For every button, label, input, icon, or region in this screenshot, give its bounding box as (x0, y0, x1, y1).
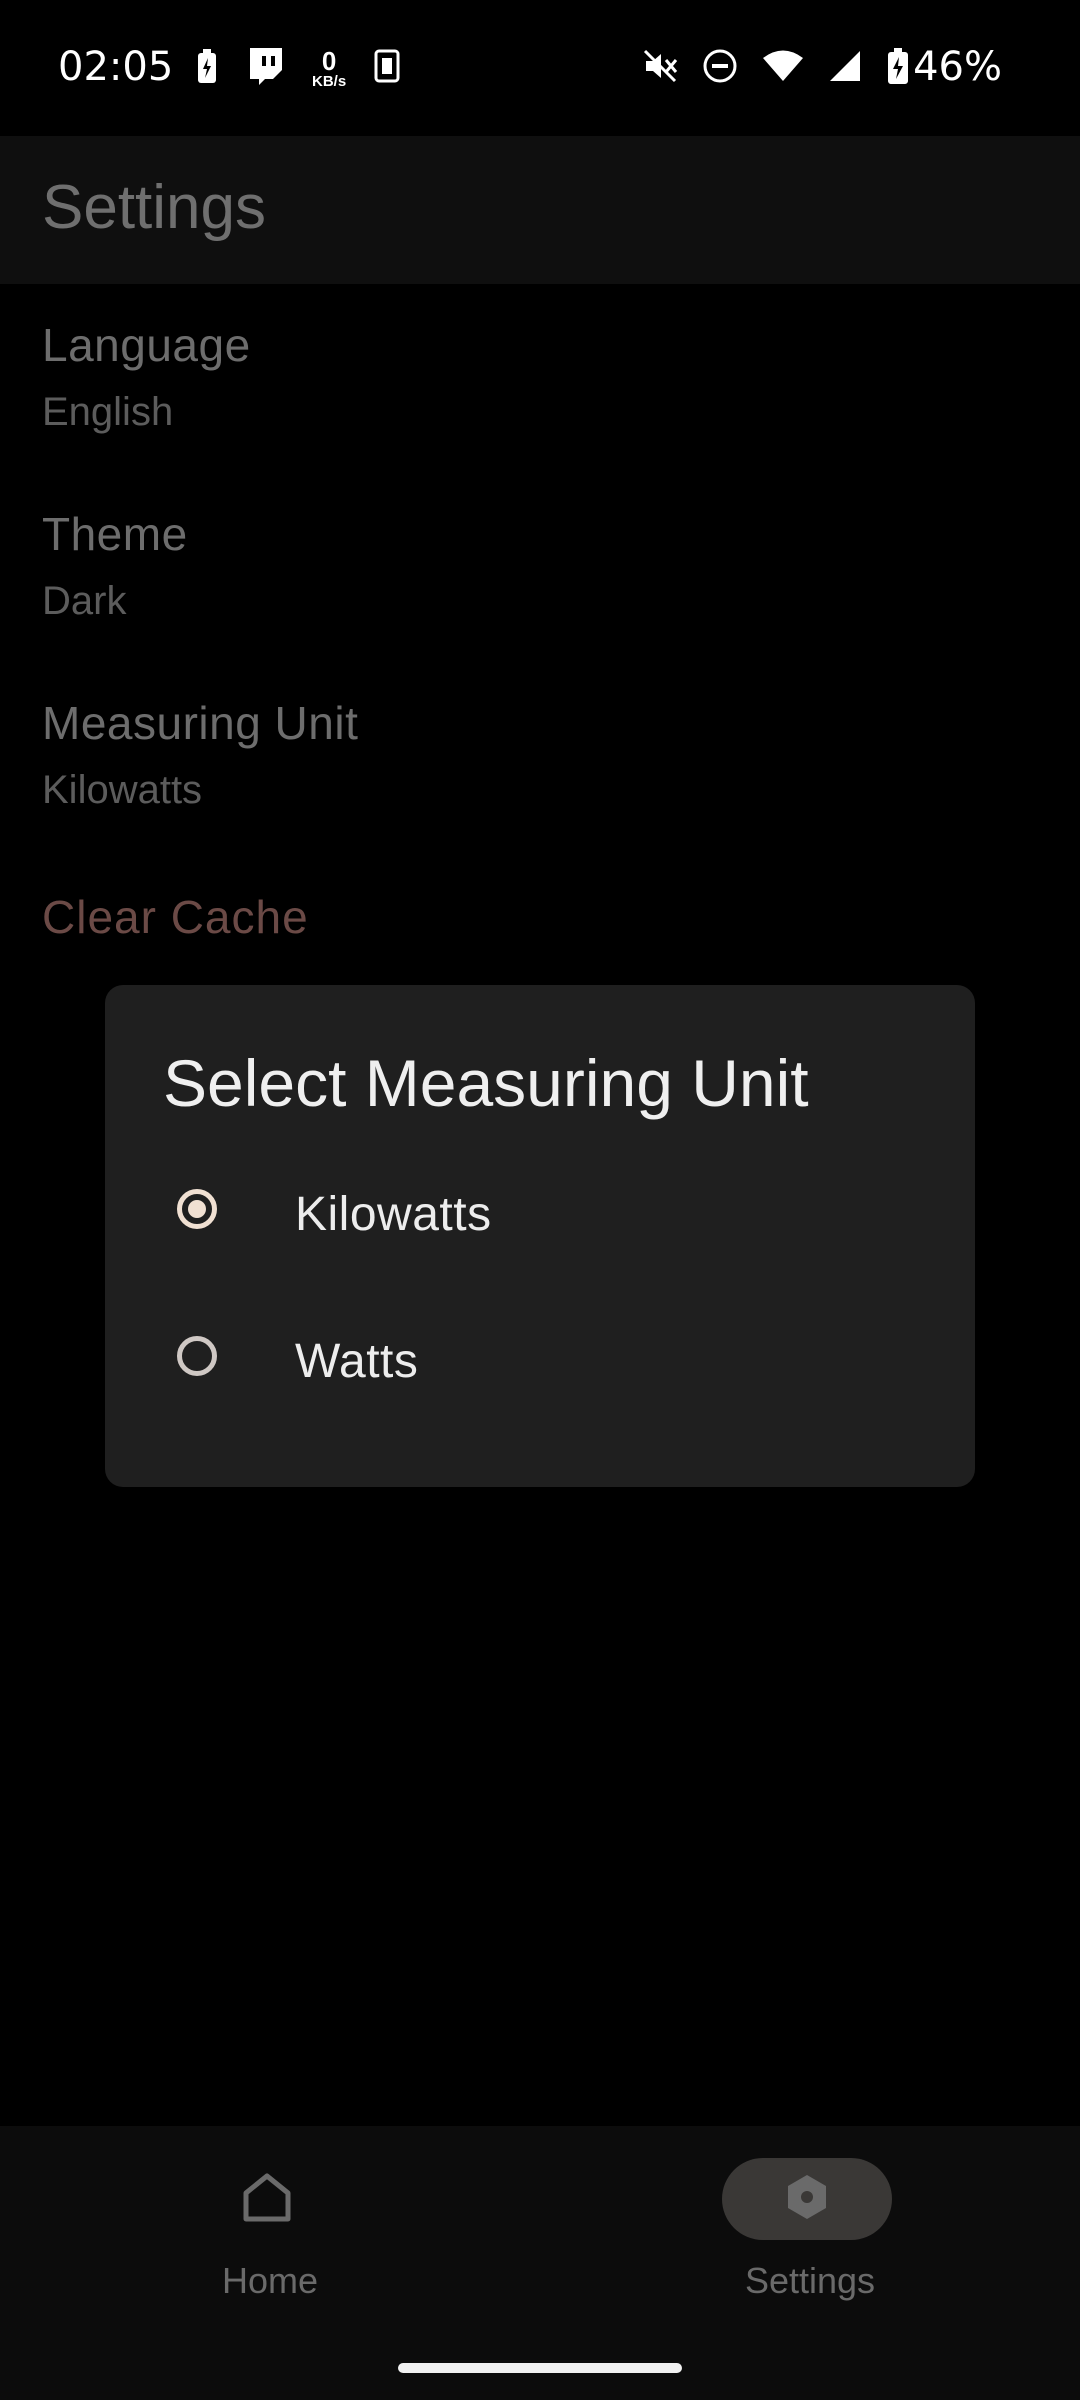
setting-language-value: English (42, 390, 174, 434)
radio-kilowatts[interactable] (177, 1189, 217, 1229)
option-kilowatts[interactable]: Kilowatts (105, 1149, 975, 1279)
setting-measuring-unit-value: Kilowatts (42, 768, 203, 812)
status-time: 02:05 (58, 44, 174, 90)
setting-theme[interactable]: Theme Dark (42, 507, 188, 624)
nav-home[interactable]: Home (120, 2126, 420, 2326)
status-right-icons (642, 44, 910, 92)
battery-percent: 46% (913, 44, 1002, 90)
home-icon (241, 2171, 293, 2228)
signal-icon (828, 49, 862, 88)
status-bar: 02:05 0 KB/s 46% (0, 0, 1080, 136)
gesture-bar[interactable] (398, 2363, 682, 2373)
status-left-icons: 0 KB/s (196, 44, 400, 92)
measuring-unit-dialog: Select Measuring Unit Kilowatts Watts (105, 985, 975, 1487)
nav-settings-label: Settings (744, 2260, 876, 2301)
wifi-icon (762, 49, 804, 88)
bottom-nav: Home Settings (0, 2126, 1080, 2400)
option-watts-label: Watts (295, 1335, 419, 1388)
net-speed: 0 KB/s (312, 45, 347, 90)
nav-settings-pill (722, 2158, 892, 2240)
settings-icon (782, 2172, 832, 2227)
nav-home-label: Home (221, 2260, 319, 2301)
option-watts[interactable]: Watts (105, 1296, 975, 1426)
dialog-title: Select Measuring Unit (163, 1046, 809, 1120)
app-bar: Settings (0, 136, 1080, 284)
setting-measuring-unit-title: Measuring Unit (42, 697, 359, 749)
option-kilowatts-label: Kilowatts (295, 1188, 492, 1241)
setting-language-title: Language (42, 319, 251, 371)
nav-home-pill (182, 2158, 352, 2240)
clear-cache-button[interactable]: Clear Cache (42, 890, 309, 944)
radio-watts[interactable] (177, 1336, 217, 1376)
dnd-icon (702, 48, 738, 89)
twitch-icon (246, 46, 284, 91)
setting-measuring-unit[interactable]: Measuring Unit Kilowatts (42, 696, 358, 813)
mute-icon (642, 48, 678, 89)
battery-charging-icon (886, 47, 910, 90)
nav-settings[interactable]: Settings (660, 2126, 960, 2326)
page-title: Settings (42, 173, 267, 242)
setting-theme-title: Theme (42, 508, 188, 560)
sim-icon (374, 49, 400, 88)
setting-theme-value: Dark (42, 579, 127, 623)
setting-language[interactable]: Language English (42, 318, 251, 435)
battery-saver-icon (196, 48, 218, 89)
